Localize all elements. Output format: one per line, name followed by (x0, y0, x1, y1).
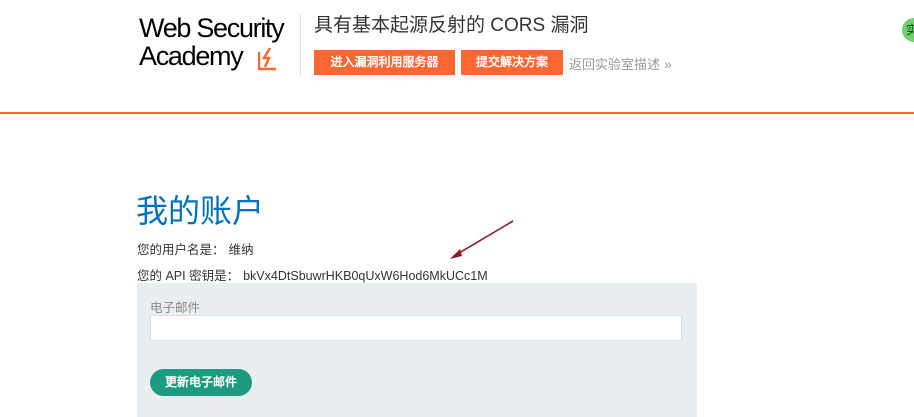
api-key-line: 您的 API 密钥是： bkVx4DtSbuwrHKB0qUxW6Hod6MkUC… (137, 265, 488, 284)
api-key-label: 您的 API 密钥是： (137, 269, 240, 283)
submit-solution-button[interactable]: 提交解决方案 (461, 50, 563, 75)
lab-title: 具有基本起源反射的 CORS 漏洞 (314, 15, 589, 36)
academy-lightning-icon (258, 47, 276, 71)
api-key-value: bkVx4DtSbuwrHKB0qUxW6Hod6MkUCc1M (243, 269, 488, 283)
logo-line-2: Academy (139, 41, 244, 71)
annotation-arrow (450, 220, 514, 259)
username-label: 您的用户名是： (137, 243, 225, 257)
email-input[interactable] (150, 315, 682, 341)
logo-line-1: Web Security (139, 13, 285, 43)
lab-header: Web Security Academy 具有基本起源反射的 CORS 漏洞 进… (0, 0, 914, 112)
web-security-academy-logo[interactable]: Web Security Academy (139, 14, 299, 76)
exploit-server-button[interactable]: 进入漏洞利用服务器 (314, 50, 455, 75)
lab-status-badge: 实 (902, 18, 914, 42)
back-to-lab-description-link[interactable]: 返回实验室描述» (569, 54, 672, 73)
back-link-label: 返回实验室描述 (569, 57, 661, 72)
header-divider (300, 14, 301, 76)
email-label: 电子邮件 (150, 301, 201, 315)
username-line: 您的用户名是： 维纳 (137, 239, 254, 258)
change-email-form: 电子邮件 更新电子邮件 (137, 283, 697, 417)
page-title: 我的账户 (136, 193, 265, 229)
header-orange-rule (0, 112, 914, 114)
double-chevron-right-icon: » (664, 56, 672, 72)
update-email-button[interactable]: 更新电子邮件 (150, 369, 252, 396)
username-value: 维纳 (228, 243, 254, 257)
